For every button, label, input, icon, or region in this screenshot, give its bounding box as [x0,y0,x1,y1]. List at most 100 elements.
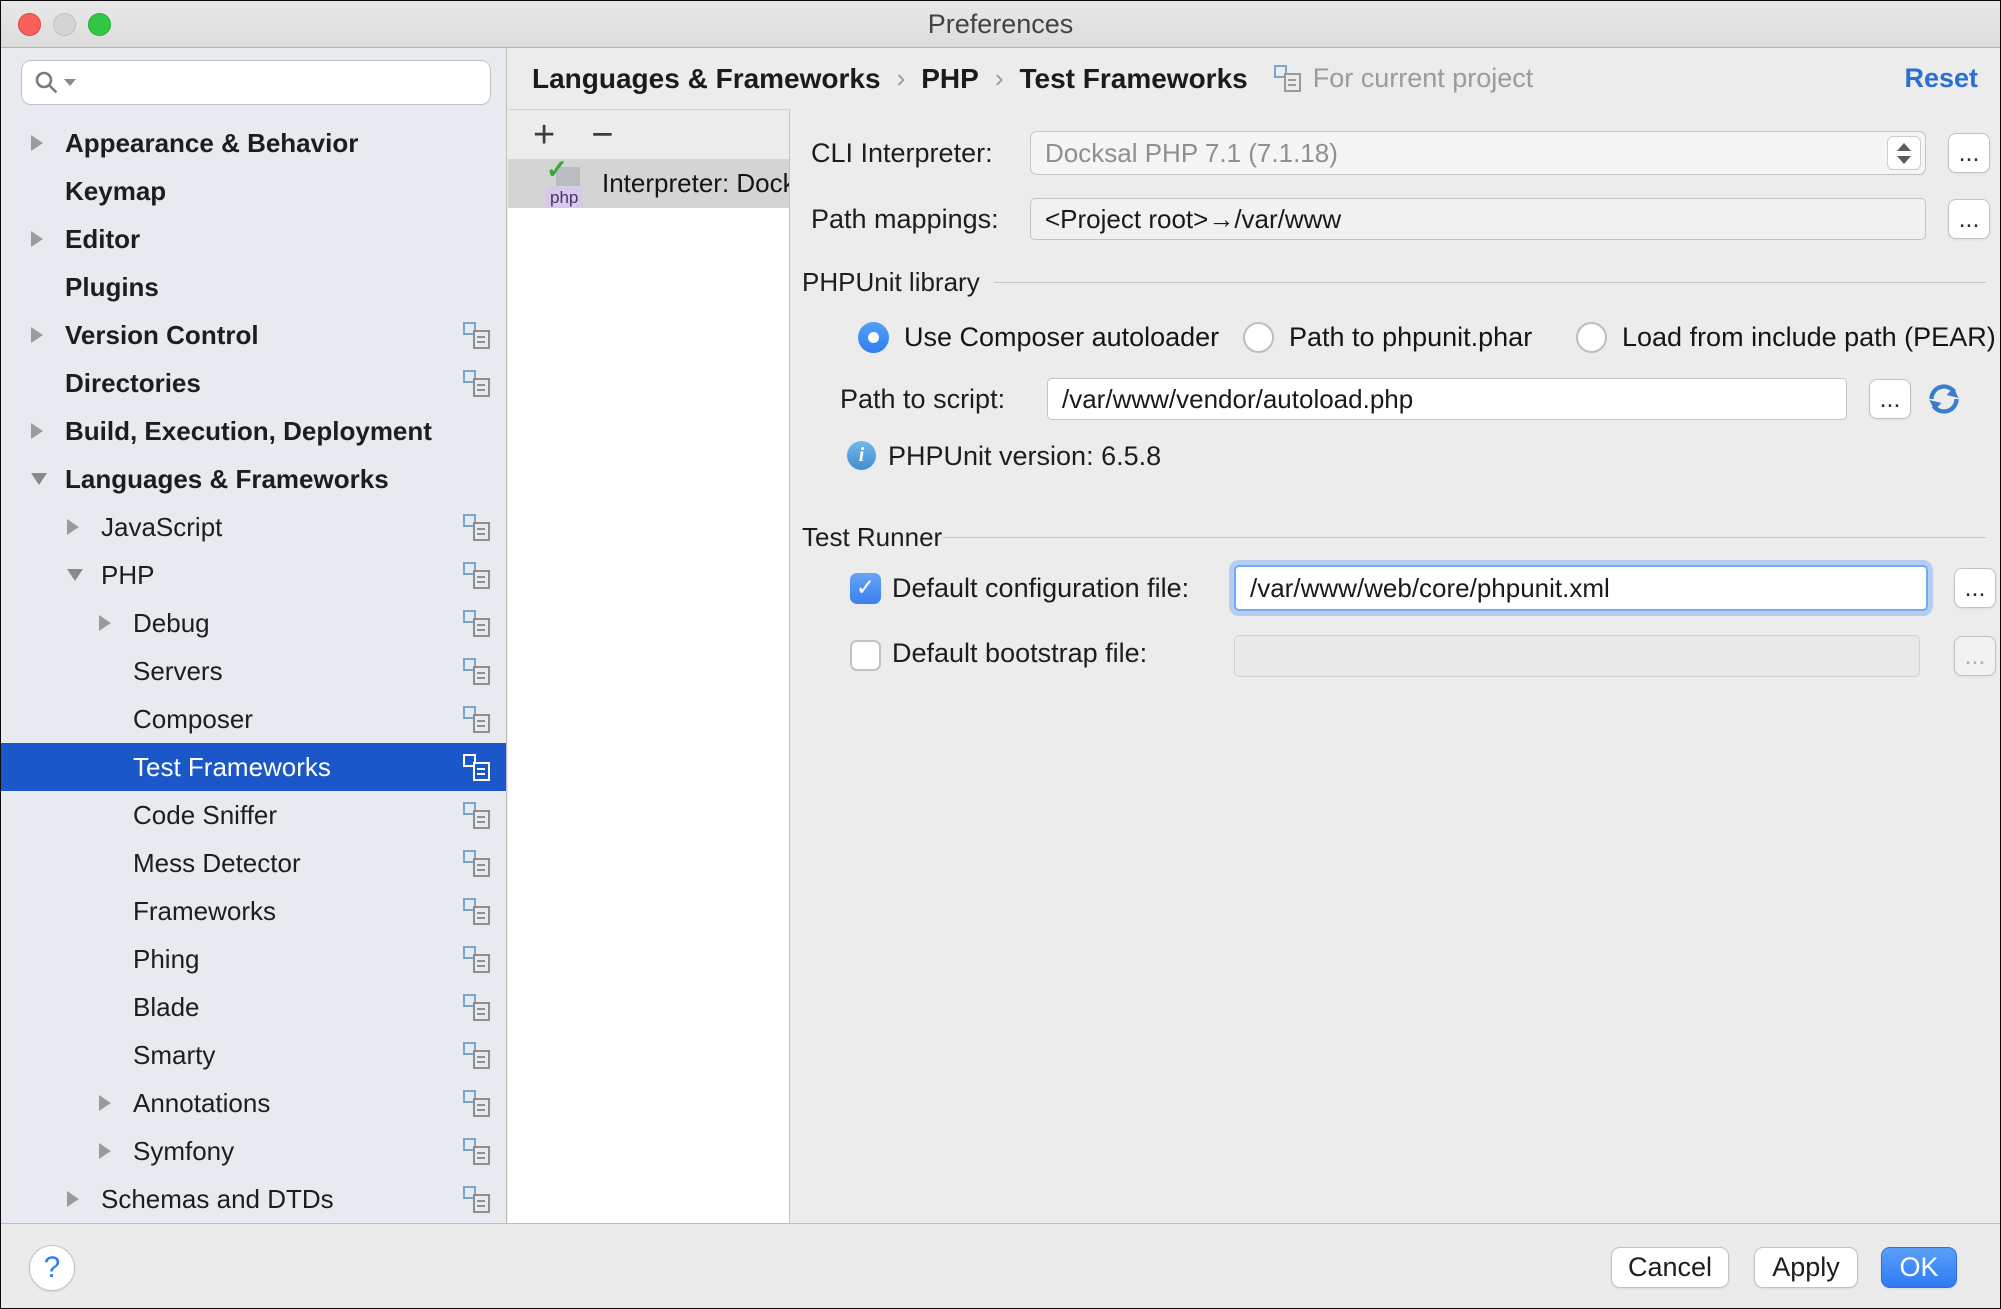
sidebar-item-test-frameworks[interactable]: Test Frameworks [1,743,506,791]
search-input[interactable] [86,68,478,97]
close-window-icon[interactable] [18,13,41,36]
sidebar-item-label: PHP [101,560,154,591]
search-field[interactable] [21,60,491,105]
sidebar-item-phing[interactable]: Phing [1,935,506,983]
chevron-collapsed-icon[interactable] [99,615,111,631]
radio-label: Path to phpunit.phar [1289,322,1532,353]
sidebar-item-annotations[interactable]: Annotations [1,1079,506,1127]
phpunit-library-section: PHPUnit library [791,259,2001,303]
sidebar-nav: Appearance & Behavior Keymap Editor Plugins… [1,119,506,1223]
sidebar-item-frameworks[interactable]: Frameworks [1,887,506,935]
combobox-stepper-icon[interactable] [1887,136,1921,170]
breadcrumb-item[interactable]: PHP [921,63,979,95]
sidebar-item-javascript[interactable]: JavaScript [1,503,506,551]
path-to-script-label: Path to script: [840,377,1005,421]
search-icon [34,70,60,96]
path-mappings-browse-button[interactable]: ... [1948,199,1990,239]
default-bootstrap-checkbox[interactable]: ✓ [850,640,881,671]
breadcrumb-item[interactable]: Languages & Frameworks [532,63,881,95]
remove-button[interactable]: − [591,115,613,155]
path-mappings-field[interactable] [1030,198,1926,240]
radio-unselected-icon[interactable] [1576,322,1607,353]
search-options-caret-icon[interactable] [64,79,76,86]
section-divider [943,537,1986,538]
sidebar-item-label: Build, Execution, Deployment [65,416,432,447]
dialog-footer: ? Cancel Apply OK [1,1223,2000,1309]
sidebar-item-label: Plugins [65,272,159,303]
help-button[interactable]: ? [29,1245,75,1291]
reset-link[interactable]: Reset [1904,63,1978,94]
chevron-expanded-icon[interactable] [31,473,47,485]
cli-interpreter-browse-button[interactable]: ... [1948,133,1990,173]
phpunit-version-row: i PHPUnit version: 6.5.8 [791,436,2001,476]
shared-settings-icon [463,754,490,781]
shared-settings-icon [463,850,490,877]
sidebar-item-blade[interactable]: Blade [1,983,506,1031]
sidebar-item-mess-detector[interactable]: Mess Detector [1,839,506,887]
sidebar-item-debug[interactable]: Debug [1,599,506,647]
chevron-collapsed-icon[interactable] [99,1143,111,1159]
apply-button[interactable]: Apply [1754,1247,1858,1288]
sidebar-item-build-execution-deployment[interactable]: Build, Execution, Deployment [1,407,506,455]
breadcrumb-item[interactable]: Test Frameworks [1019,63,1247,95]
chevron-collapsed-icon[interactable] [31,423,43,439]
default-bootstrap-label: Default bootstrap file: [892,629,1147,677]
default-configuration-field[interactable] [1234,565,1928,611]
breadcrumb-separator: › [897,63,906,94]
default-bootstrap-field[interactable] [1234,635,1920,677]
radio-unselected-icon[interactable] [1243,322,1274,353]
path-to-script-field[interactable] [1047,378,1847,420]
interpreter-list-item[interactable]: ✓php Interpreter: Docks [508,159,789,208]
sidebar-item-editor[interactable]: Editor [1,215,506,263]
zoom-window-icon[interactable] [88,13,111,36]
sidebar-item-version-control[interactable]: Version Control [1,311,506,359]
sidebar-item-servers[interactable]: Servers [1,647,506,695]
sidebar-item-php[interactable]: PHP [1,551,506,599]
shared-settings-icon [463,1186,490,1213]
sidebar-item-keymap[interactable]: Keymap [1,167,506,215]
sidebar-item-plugins[interactable]: Plugins [1,263,506,311]
shared-settings-icon [463,898,490,925]
default-configuration-checkbox[interactable]: ✓ [850,573,881,604]
ok-button[interactable]: OK [1881,1247,1957,1288]
path-to-script-browse-button[interactable]: ... [1869,379,1911,419]
shared-settings-icon [463,562,490,589]
chevron-expanded-icon[interactable] [67,569,83,581]
radio-option-path-to-phpunit-phar[interactable]: Path to phpunit.phar [1243,314,1532,360]
radio-option-load-from-include-path-pear[interactable]: Load from include path (PEAR) [1576,314,1996,360]
sidebar-item-composer[interactable]: Composer [1,695,506,743]
shared-settings-icon [463,1090,490,1117]
radio-selected-icon[interactable] [858,322,889,353]
interpreters-toolbar: + − [508,110,789,159]
chevron-collapsed-icon[interactable] [67,519,79,535]
default-configuration-label: Default configuration file: [892,564,1189,612]
sidebar-item-languages-frameworks[interactable]: Languages & Frameworks [1,455,506,503]
radio-option-use-composer-autoloader[interactable]: Use Composer autoloader [858,314,1219,360]
shared-settings-icon [463,610,490,637]
sidebar-item-smarty[interactable]: Smarty [1,1031,506,1079]
sidebar-item-code-sniffer[interactable]: Code Sniffer [1,791,506,839]
sidebar-item-label: Debug [133,608,210,639]
chevron-collapsed-icon[interactable] [99,1095,111,1111]
sidebar-item-label: Editor [65,224,140,255]
chevron-collapsed-icon[interactable] [67,1191,79,1207]
cli-interpreter-combobox[interactable] [1030,131,1926,175]
php-file-icon: ✓php [544,160,590,208]
cancel-button[interactable]: Cancel [1611,1247,1729,1288]
cli-interpreter-label: CLI Interpreter: [811,131,993,175]
minimize-window-icon[interactable] [53,13,76,36]
sidebar-item-label: Keymap [65,176,166,207]
default-configuration-browse-button[interactable]: ... [1954,568,1996,608]
add-button[interactable]: + [533,115,555,155]
sidebar-item-appearance-behavior[interactable]: Appearance & Behavior [1,119,506,167]
reload-schema-icon[interactable] [1924,379,1964,419]
sidebar-item-directories[interactable]: Directories [1,359,506,407]
sidebar-item-schemas-and-dtds[interactable]: Schemas and DTDs [1,1175,506,1223]
chevron-collapsed-icon[interactable] [31,327,43,343]
sidebar-item-symfony[interactable]: Symfony [1,1127,506,1175]
scope-label: For current project [1313,63,1534,94]
default-bootstrap-browse-button[interactable]: ... [1954,636,1996,676]
chevron-collapsed-icon[interactable] [31,135,43,151]
cli-interpreter-value[interactable] [1030,131,1926,175]
chevron-collapsed-icon[interactable] [31,231,43,247]
